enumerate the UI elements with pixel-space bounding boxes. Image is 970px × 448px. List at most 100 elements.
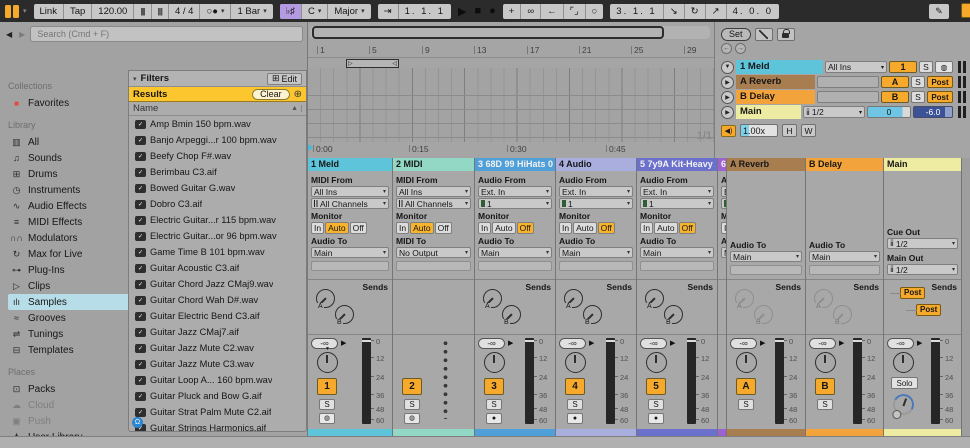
scale-mode-toggle[interactable]: ♭♯ [279, 3, 302, 19]
track-lane[interactable] [308, 124, 714, 138]
volume-fader[interactable] [362, 338, 371, 424]
output-chooser[interactable]: Main ▾ [478, 247, 552, 258]
pre-post-toggle[interactable]: Post [927, 91, 953, 103]
set-locator-button[interactable]: Set [721, 27, 751, 41]
arrangement-position-field[interactable]: 1. 1. 1 [399, 4, 451, 19]
list-item[interactable]: ✓ Guitar Strat Palm Mute C2.aif [129, 404, 306, 420]
volume-fader[interactable] [931, 338, 940, 424]
list-item[interactable]: ✓ Dobro C3.aif [129, 196, 306, 212]
track-header[interactable]: 4 Audio [556, 158, 636, 171]
output-level-field[interactable]: -∞ [478, 338, 505, 349]
pan-knob[interactable] [893, 352, 914, 373]
play-button[interactable]: ▶ [458, 5, 466, 18]
track-activator[interactable]: 4 [565, 378, 585, 395]
solo-button[interactable]: S [319, 399, 335, 410]
name-column-header[interactable]: Name [133, 103, 158, 114]
output-chooser[interactable]: Main ▾ [640, 247, 714, 258]
fold-track-button[interactable]: ▶ [721, 105, 734, 119]
capture-midi-button[interactable]: ⌜⌟ [564, 3, 586, 19]
monitor-off-button[interactable]: Off [597, 222, 615, 234]
output-level-field[interactable]: -∞ [640, 338, 667, 349]
fader-handle-arrow[interactable]: ▶ [508, 339, 513, 347]
monitor-in-button[interactable]: In [640, 222, 654, 234]
output-level-field[interactable]: -∞ [887, 338, 914, 349]
sidebar-item[interactable]: ▷ Clips [8, 278, 128, 294]
nudge-down-button[interactable]: |||| [134, 3, 152, 19]
browser-back-button[interactable]: ◀ [4, 30, 14, 39]
list-item[interactable]: ✓ Berimbau C3.aif [129, 164, 306, 180]
volume-fader[interactable] [853, 338, 862, 424]
sidebar-item[interactable]: ≈ Grooves [8, 310, 128, 326]
track-activator[interactable]: B [815, 378, 835, 395]
monitor-in-button[interactable]: In [396, 222, 410, 234]
pre-post-toggle[interactable]: Post [927, 76, 953, 88]
fold-track-button[interactable]: ▶ [721, 90, 734, 104]
quantize-value-menu[interactable]: 1 Bar ▾ [231, 4, 272, 19]
next-locator-button[interactable]: → [735, 43, 746, 54]
sidebar-item[interactable]: ∩∩ Modulators [8, 230, 128, 246]
session-record-button[interactable]: ○ [586, 4, 604, 19]
list-item[interactable]: ✓ Guitar Chord Jazz CMaj9.wav [129, 276, 306, 292]
volume-fader[interactable] [606, 338, 615, 424]
tap-tempo-button[interactable]: Tap [64, 3, 93, 19]
send-b-knob[interactable]: B [583, 305, 602, 326]
track-header[interactable]: 3 68D 99 HiHats 0 [475, 158, 555, 171]
input-chooser[interactable]: All Ins ▾ [311, 186, 389, 197]
send-a-knob[interactable]: A [814, 289, 833, 310]
monitor-in-button[interactable]: In [559, 222, 573, 234]
time-ruler[interactable]: 0:00 0:15 0:30 0:45 [308, 142, 714, 158]
solo-button[interactable]: S [911, 91, 925, 103]
output-chooser[interactable]: Main ▾ [559, 247, 633, 258]
scrollbar-thumb[interactable] [312, 26, 664, 39]
track-header[interactable]: 6 [718, 158, 726, 171]
volume-fader[interactable] [525, 338, 534, 424]
sidebar-item[interactable]: ☁ Cloud [8, 397, 128, 413]
channel-chooser[interactable]: All Channels ▾ [311, 198, 389, 209]
input-chooser[interactable]: Ext. In ▾ [559, 186, 633, 197]
automation-arm-button[interactable]: + [503, 3, 522, 19]
optimize-height-button[interactable]: H [782, 124, 797, 137]
arrangement-grid[interactable] [308, 68, 714, 142]
sidebar-item[interactable]: ♫ Sounds [8, 150, 128, 166]
fader-handle-arrow[interactable]: ▶ [760, 339, 765, 347]
sidebar-item[interactable]: ■ Favorites [8, 95, 128, 111]
monitor-auto-button[interactable]: Auto [573, 222, 597, 234]
follow-button[interactable]: ⇥ [378, 3, 399, 19]
pan-knob[interactable] [484, 352, 505, 373]
time-signature-field[interactable]: 4 / 4 [169, 3, 201, 19]
add-filter-icon[interactable]: ⊕ [294, 89, 302, 100]
sort-ascending-icon[interactable]: ▲ [291, 105, 302, 112]
sidebar-item[interactable]: ♟User Library [8, 429, 128, 437]
track-lane[interactable] [308, 96, 714, 110]
volume-fader[interactable] [775, 338, 784, 424]
send-a-knob[interactable]: A [316, 289, 335, 310]
track-lane[interactable] [308, 68, 714, 96]
list-item[interactable]: ✓ Bowed Guitar G.wav [129, 180, 306, 196]
track-lane[interactable] [308, 110, 714, 124]
solo-button[interactable]: S [738, 399, 754, 410]
volume-slider[interactable]: 0 [867, 106, 911, 118]
list-item[interactable]: ✓ Guitar Electric Bend C3.aif [129, 308, 306, 324]
loop-length-field[interactable]: 4. 0. 0 [727, 4, 779, 19]
sidebar-item[interactable]: ↻ Max for Live [8, 246, 128, 262]
channel-chooser[interactable]: 1 ▾ [559, 198, 633, 209]
draw-mode-button[interactable]: ✎ [929, 3, 949, 19]
sidebar-item[interactable]: ◷ Instruments [8, 182, 128, 198]
sidebar-item[interactable]: ⊶ Plug-Ins [8, 262, 128, 278]
output-level-field[interactable]: -∞ [730, 338, 757, 349]
output-chooser[interactable]: Main ▾ [809, 251, 880, 262]
track-header[interactable]: 2 MIDI [393, 158, 474, 171]
loop-switch[interactable]: ↻ [685, 3, 706, 19]
track-activator[interactable]: 5 [646, 378, 666, 395]
sidebar-item[interactable]: ≡ MIDI Effects [8, 214, 128, 230]
solo-button[interactable]: S [648, 399, 664, 410]
sidebar-item[interactable]: ⊟ Templates [8, 342, 128, 358]
list-item[interactable]: ✓ Guitar Jazz CMaj7.aif [129, 324, 306, 340]
monitor-off-button[interactable]: Off [349, 222, 367, 234]
nudge-up-button[interactable]: |||| [152, 3, 169, 19]
send-a-knob[interactable]: A [735, 289, 754, 310]
solo-cue-button[interactable]: Solo [891, 377, 918, 389]
track-header[interactable]: B Delay [806, 158, 883, 171]
mixer-scroll-gutter[interactable] [962, 158, 970, 436]
arm-button[interactable]: ◍ [319, 413, 335, 424]
